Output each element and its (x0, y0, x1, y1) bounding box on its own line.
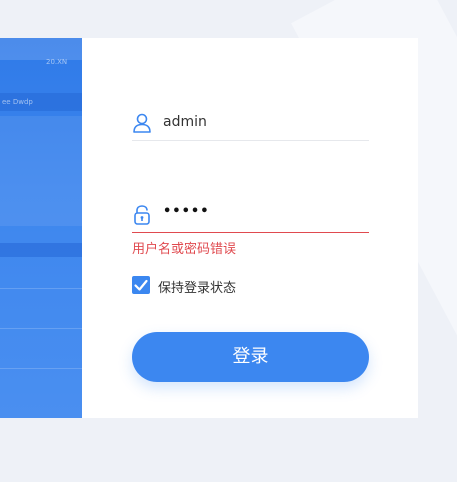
lock-icon (132, 204, 152, 226)
hero-band (0, 38, 82, 60)
username-input[interactable]: admin (163, 114, 207, 130)
error-message: 用户名或密码错误 (132, 242, 237, 257)
password-input[interactable]: ••••• (163, 204, 210, 219)
hero-line (0, 328, 82, 329)
login-button[interactable]: 登录 (132, 332, 369, 382)
username-field[interactable]: admin (132, 106, 369, 141)
checkmark-icon (134, 279, 148, 291)
hero-caption: ee Dwdp (2, 98, 33, 106)
hero-image-panel: 20.XN ee Dwdp (0, 38, 82, 418)
password-field[interactable]: ••••• (132, 198, 369, 233)
hero-line (0, 288, 82, 289)
hero-line (0, 368, 82, 369)
login-card: admin ••••• 用户名或密码错误 保持登录状态 登录 (82, 38, 418, 418)
remember-checkbox[interactable] (132, 276, 150, 294)
remember-label: 保持登录状态 (158, 281, 237, 296)
hero-caption: 20.XN (46, 58, 68, 66)
hero-band (0, 116, 82, 226)
user-icon (132, 112, 152, 134)
hero-band (0, 243, 82, 257)
